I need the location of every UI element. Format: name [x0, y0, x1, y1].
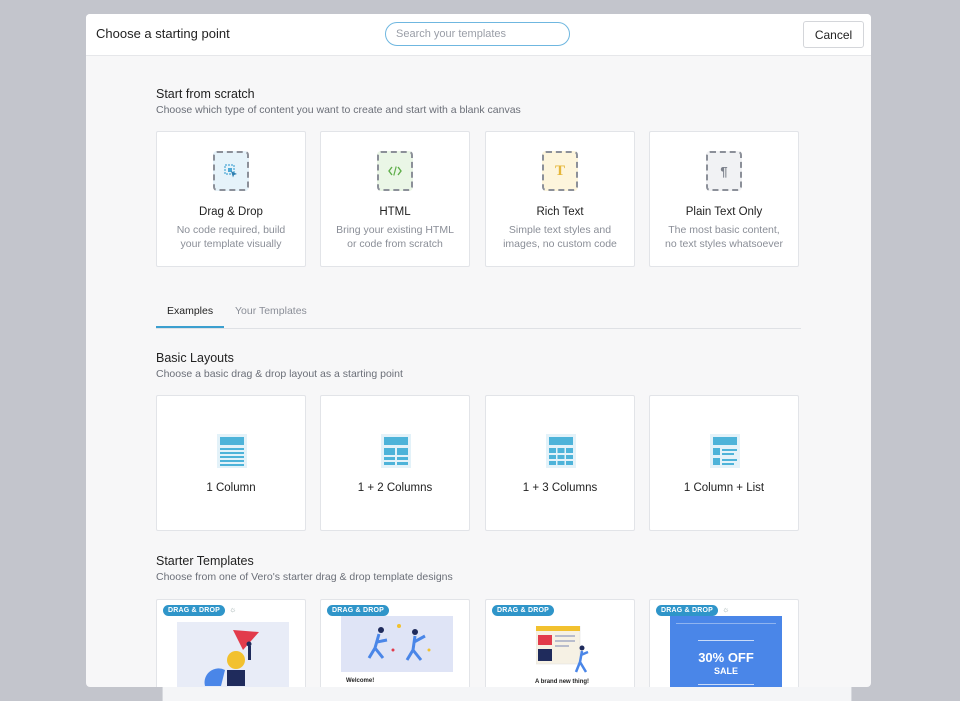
card-title: 1 Column + List — [683, 482, 765, 494]
card-description: The most basic content, no text styles w… — [665, 224, 783, 250]
starter-template-card[interactable]: A brand new thing! DRAG & DROP — [485, 599, 635, 687]
template-thumbnail — [177, 616, 289, 687]
tab-examples[interactable]: Examples — [167, 305, 213, 317]
drag-drop-badge: DRAG & DROP — [492, 605, 554, 616]
template-thumbnail: 30% OFF SALE — [670, 616, 782, 687]
scratch-section-title: Start from scratch — [156, 87, 255, 101]
rich-text-icon: T — [542, 151, 578, 191]
background-page — [162, 686, 852, 701]
scratch-card-html[interactable]: HTML Bring your existing HTML or code fr… — [320, 131, 470, 267]
starter-template-card[interactable]: 30% OFF SALE DRAG & DROP ☼ — [649, 599, 799, 687]
template-thumbnail: A brand new thing! — [506, 616, 618, 687]
one-column-layout-icon — [217, 434, 247, 468]
tab-your-templates[interactable]: Your Templates — [235, 305, 307, 317]
sun-icon: ☼ — [722, 605, 730, 614]
layout-card-1-plus-3-columns[interactable]: 1 + 3 Columns — [485, 395, 635, 531]
card-title: 1 Column — [206, 482, 256, 494]
drag-drop-badge: DRAG & DROP — [163, 605, 225, 616]
starter-section-title: Starter Templates — [156, 554, 254, 568]
code-icon — [377, 151, 413, 191]
card-description: No code required, build your template vi… — [176, 224, 286, 250]
modal-title: Choose a starting point — [96, 26, 230, 41]
thumbnail-heading: A brand new thing! — [534, 679, 590, 685]
card-title: Plain Text Only — [685, 206, 763, 218]
layouts-section-title: Basic Layouts — [156, 351, 234, 365]
template-picker-modal: Choose a starting point Cancel Start fro… — [86, 14, 871, 687]
scratch-section-subtitle: Choose which type of content you want to… — [156, 104, 521, 116]
drag-drop-badge: DRAG & DROP — [656, 605, 718, 616]
template-tabs: Examples Your Templates — [156, 297, 801, 329]
card-title: HTML — [379, 206, 411, 218]
pilcrow-icon: ¶ — [706, 151, 742, 191]
card-title: Rich Text — [536, 206, 584, 218]
starter-template-card[interactable]: DRAG & DROP ☼ — [156, 599, 306, 687]
layout-card-1-column-list[interactable]: 1 Column + List — [649, 395, 799, 531]
thumbnail-heading: Welcome! — [346, 678, 375, 684]
layout-card-1-plus-2-columns[interactable]: 1 + 2 Columns — [320, 395, 470, 531]
drag-drop-badge: DRAG & DROP — [327, 605, 389, 616]
starter-section-subtitle: Choose from one of Vero's starter drag &… — [156, 571, 453, 583]
card-title: Drag & Drop — [199, 206, 263, 218]
sale-headline: 30% OFF — [698, 650, 754, 665]
modal-header: Choose a starting point Cancel — [86, 14, 871, 56]
template-thumbnail: Welcome! — [341, 616, 453, 687]
scratch-card-rich-text[interactable]: T Rich Text Simple text styles and image… — [485, 131, 635, 267]
search-input[interactable] — [385, 22, 570, 46]
scratch-card-drag-drop[interactable]: Drag & Drop No code required, build your… — [156, 131, 306, 267]
active-tab-indicator — [156, 326, 224, 328]
card-title: 1 + 3 Columns — [522, 482, 598, 494]
scratch-card-plain-text[interactable]: ¶ Plain Text Only The most basic content… — [649, 131, 799, 267]
one-column-list-layout-icon — [710, 434, 740, 468]
pilcrow-glyph: ¶ — [720, 163, 728, 179]
sun-icon: ☼ — [229, 605, 237, 614]
drag-drop-icon — [213, 151, 249, 191]
card-description: Simple text styles and images, no custom… — [503, 224, 617, 250]
sale-subheadline: SALE — [713, 666, 738, 676]
card-title: 1 + 2 Columns — [357, 482, 433, 494]
card-description: Bring your existing HTML or code from sc… — [336, 224, 454, 250]
layouts-section-subtitle: Choose a basic drag & drop layout as a s… — [156, 368, 403, 380]
one-plus-two-columns-layout-icon — [381, 434, 411, 468]
layout-card-1-column[interactable]: 1 Column — [156, 395, 306, 531]
cancel-button[interactable]: Cancel — [803, 21, 864, 48]
one-plus-three-columns-layout-icon — [546, 434, 576, 468]
rich-text-glyph: T — [554, 162, 565, 179]
starter-template-card[interactable]: Welcome! DRAG & DROP — [320, 599, 470, 687]
